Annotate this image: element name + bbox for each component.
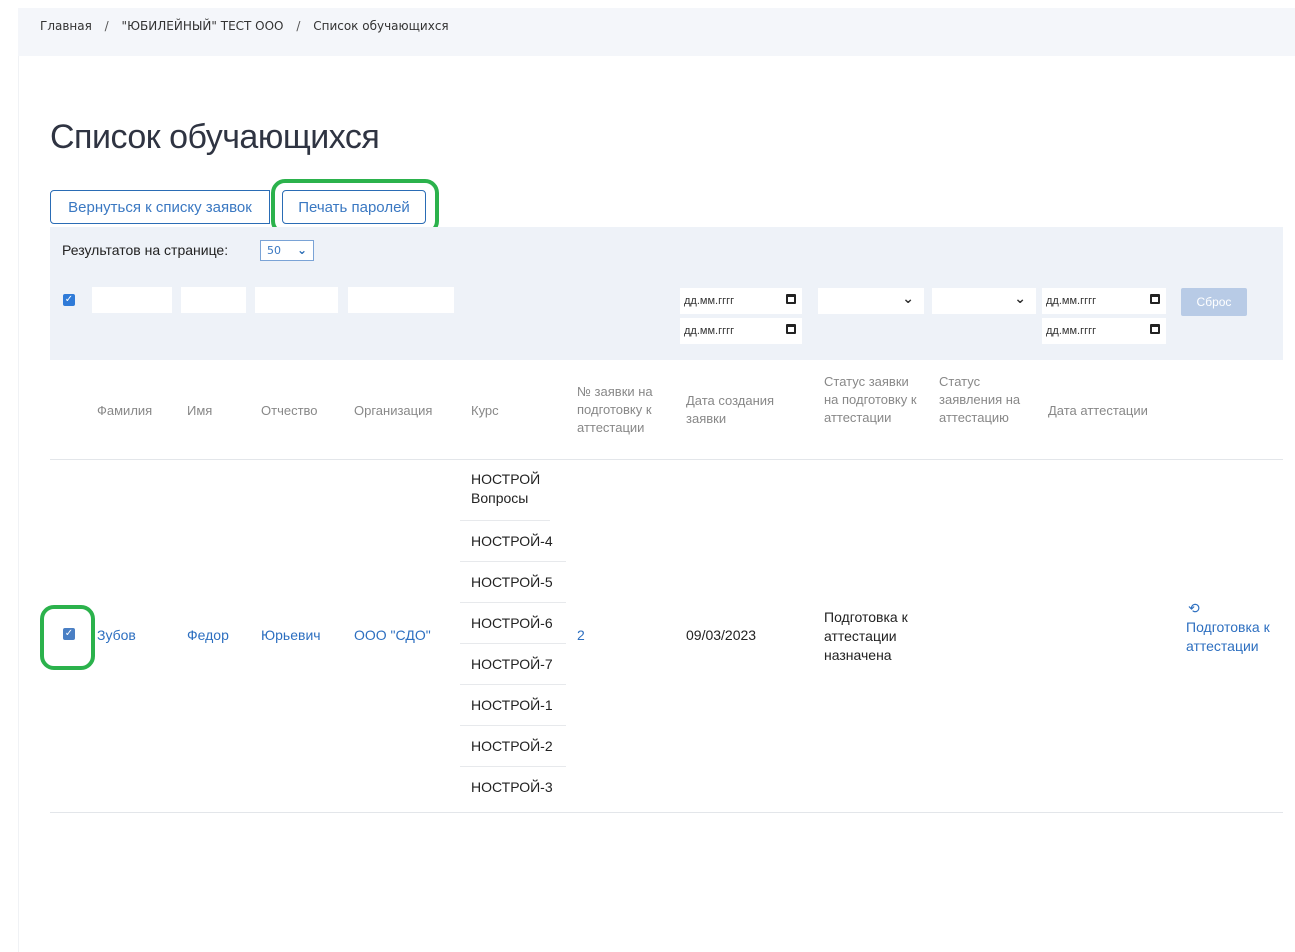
check-icon: ✓ (64, 294, 74, 305)
breadcrumb-organization[interactable]: "ЮБИЛЕЙНЫЙ" ТЕСТ ООО (122, 19, 284, 33)
chevron-down-icon: ⌄ (902, 291, 914, 307)
row-checkbox-highlight (40, 605, 95, 670)
breadcrumb-current: Список обучающихся (313, 19, 449, 33)
breadcrumb-separator: / (104, 19, 109, 33)
calendar-icon[interactable] (1150, 294, 1160, 304)
course-item: НОСТРОЙ-4 (460, 521, 566, 562)
per-page-select[interactable]: 50 ⌄ (260, 240, 314, 261)
course-item: НОСТРОЙ-2 (460, 726, 566, 767)
breadcrumb-separator: / (296, 19, 301, 33)
student-surname-link[interactable]: Зубов (97, 627, 136, 643)
column-header-statement-status[interactable]: Статус заявления на аттестацию (939, 373, 1027, 427)
breadcrumb: Главная / "ЮБИЛЕЙНЫЙ" ТЕСТ ООО / Список … (40, 19, 449, 33)
course-list: НОСТРОЙ Вопросы НОСТРОЙ-4 НОСТРОЙ-5 НОСТ… (460, 462, 566, 808)
breadcrumb-home[interactable]: Главная (40, 19, 92, 33)
date-placeholder: дд.мм.гггг (1046, 295, 1097, 307)
date-placeholder: дд.мм.гггг (684, 295, 735, 307)
course-item: НОСТРОЙ Вопросы (460, 462, 550, 521)
content-border (18, 56, 19, 952)
statement-status-filter-select[interactable]: ⌄ (932, 288, 1036, 314)
back-to-applications-button[interactable]: Вернуться к списку заявок (50, 190, 270, 224)
calendar-icon[interactable] (786, 294, 796, 304)
created-date-to-input[interactable]: дд.мм.гггг (680, 318, 802, 344)
column-header-course[interactable]: Курс (471, 402, 499, 420)
per-page-label: Результатов на странице: (62, 242, 229, 258)
application-status-filter-select[interactable]: ⌄ (818, 288, 924, 314)
name-filter-input[interactable] (181, 287, 246, 313)
student-patronymic-link[interactable]: Юрьевич (261, 627, 321, 643)
course-item: НОСТРОЙ-1 (460, 685, 566, 726)
per-page-value: 50 (267, 244, 281, 257)
attestation-date-from-input[interactable]: дд.мм.гггг (1042, 288, 1166, 314)
column-header-application-status[interactable]: Статус заявки на подготовку к аттестации (824, 373, 924, 427)
course-item: НОСТРОЙ-3 (471, 779, 553, 795)
prepare-attestation-label: Подготовка к аттестации (1186, 619, 1270, 654)
chevron-down-icon: ⌄ (1014, 291, 1026, 307)
calendar-icon[interactable] (786, 324, 796, 334)
chevron-down-icon: ⌄ (296, 243, 307, 257)
attestation-date-to-input[interactable]: дд.мм.гггг (1042, 318, 1166, 344)
patronymic-filter-input[interactable] (255, 287, 338, 313)
column-header-attestation-date[interactable]: Дата аттестации (1048, 402, 1148, 420)
application-number-link[interactable]: 2 (577, 627, 585, 643)
column-header-organization[interactable]: Организация (354, 402, 432, 420)
column-header-surname[interactable]: Фамилия (97, 402, 152, 420)
select-all-checkbox[interactable]: ✓ (63, 294, 75, 306)
page-title: Список обучающихся (50, 118, 380, 156)
date-placeholder: дд.мм.гггг (1046, 325, 1097, 337)
course-item: НОСТРОЙ-5 (460, 562, 566, 603)
calendar-icon[interactable] (1150, 324, 1160, 334)
column-header-patronymic[interactable]: Отчество (261, 402, 318, 420)
created-date-from-input[interactable]: дд.мм.гггг (680, 288, 802, 314)
column-header-application-number[interactable]: № заявки на подготовку к аттестации (577, 383, 673, 437)
surname-filter-input[interactable] (92, 287, 172, 313)
row-divider (50, 812, 1283, 813)
created-date-value: 09/03/2023 (686, 627, 757, 643)
prepare-attestation-action[interactable]: ⟲ Подготовка к аттестации (1186, 599, 1276, 656)
reset-filters-button[interactable]: Сброс (1181, 288, 1247, 316)
student-organization-link[interactable]: ООО "СДО" (354, 627, 431, 643)
student-name-link[interactable]: Федор (187, 627, 229, 643)
date-placeholder: дд.мм.гггг (684, 325, 735, 337)
column-header-name[interactable]: Имя (187, 402, 212, 420)
column-header-created-date[interactable]: Дата создания заявки (686, 392, 798, 428)
undo-icon: ⟲ (1188, 600, 1200, 616)
course-item: НОСТРОЙ-7 (460, 644, 566, 685)
course-item: НОСТРОЙ-6 (460, 603, 566, 644)
application-status-value: Подготовка к аттестации назначена (824, 609, 908, 663)
organization-filter-input[interactable] (348, 287, 454, 313)
